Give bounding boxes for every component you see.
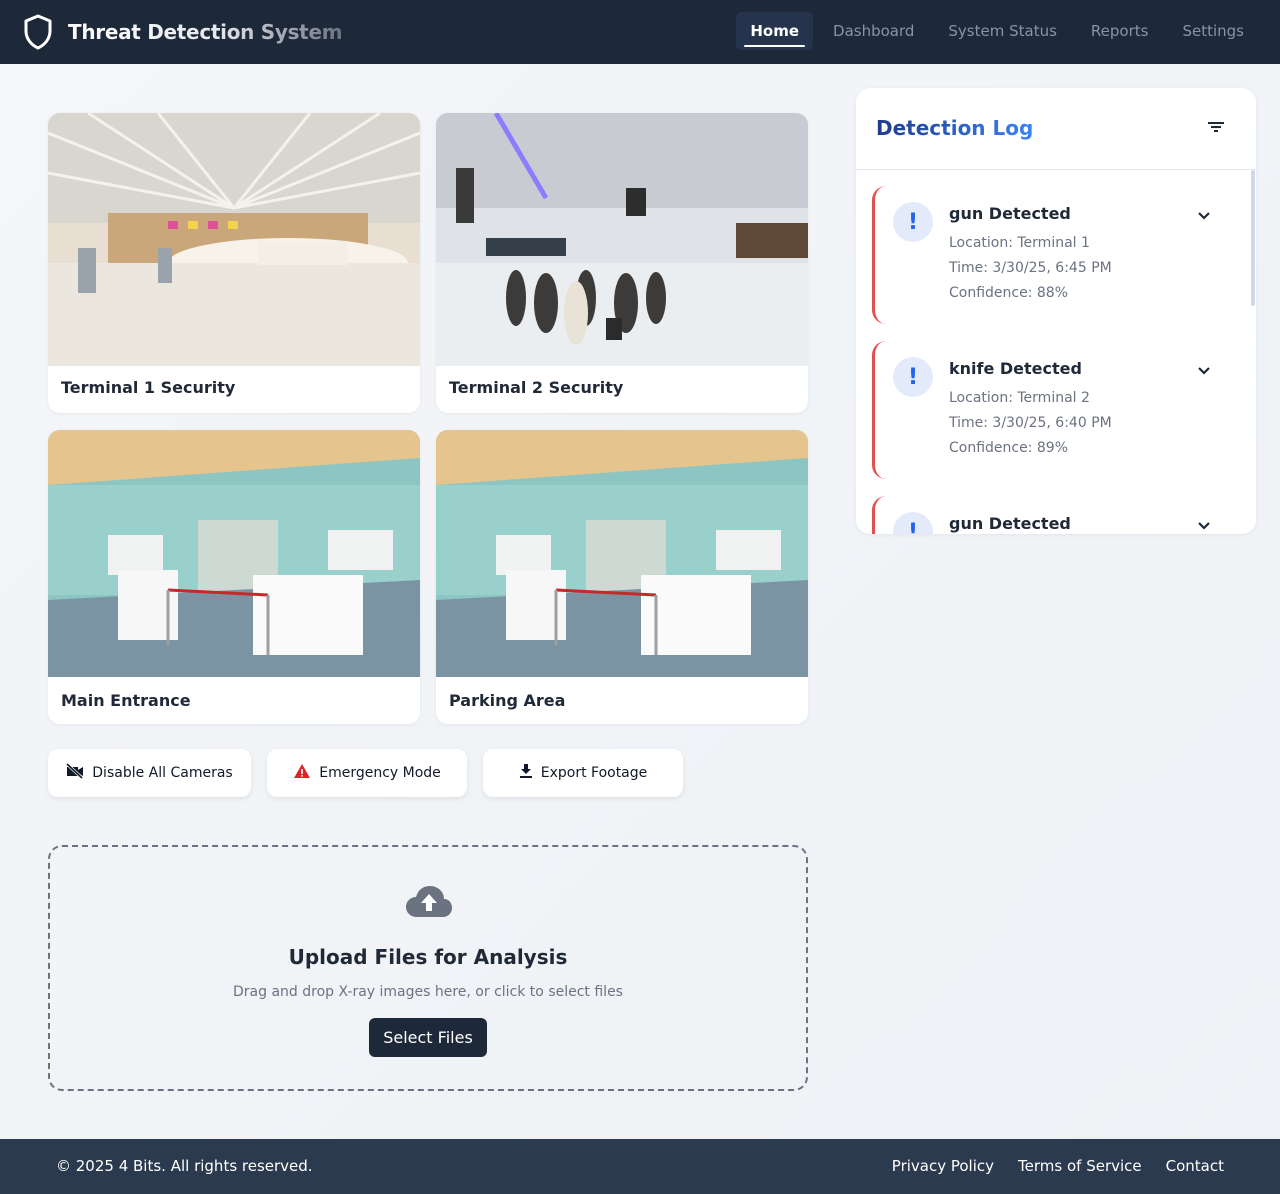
chevron-down-icon[interactable]	[1197, 206, 1211, 220]
camera-feed-image	[48, 113, 420, 366]
export-footage-button[interactable]: Export Footage	[483, 749, 683, 797]
detection-log-panel: Detection Log ! gun Detected Location: T…	[856, 88, 1256, 534]
log-item-location: Location: Terminal 1	[949, 235, 1090, 251]
alert-icon: !	[893, 202, 933, 242]
camera-card-parking-area[interactable]: Parking Area	[436, 430, 808, 724]
chevron-down-icon[interactable]	[1197, 361, 1211, 375]
camera-label: Parking Area	[449, 691, 566, 710]
contact-link[interactable]: Contact	[1166, 1157, 1224, 1175]
log-item-title: gun Detected	[949, 514, 1071, 533]
alert-icon: !	[893, 357, 933, 397]
log-item-location: Location: Terminal 2	[949, 390, 1090, 406]
privacy-policy-link[interactable]: Privacy Policy	[892, 1157, 994, 1175]
nav-settings[interactable]: Settings	[1168, 12, 1258, 50]
brand[interactable]: Threat Detection System	[22, 12, 343, 52]
upload-dropzone[interactable]: Upload Files for Analysis Drag and drop …	[48, 845, 808, 1091]
shield-icon	[22, 12, 54, 52]
log-item[interactable]: ! gun Detected Location: Terminal 1 Time…	[872, 186, 1212, 324]
warning-icon	[293, 763, 311, 783]
log-item-title: gun Detected	[949, 204, 1071, 223]
top-navbar: Threat Detection System Home Dashboard S…	[0, 0, 1280, 64]
download-icon	[519, 763, 533, 783]
log-item-time: Time: 3/30/25, 6:45 PM	[949, 260, 1112, 276]
camera-card-main-entrance[interactable]: Main Entrance	[48, 430, 420, 724]
disable-all-cameras-button[interactable]: Disable All Cameras	[48, 749, 251, 797]
emergency-mode-label: Emergency Mode	[319, 765, 441, 781]
camera-label: Main Entrance	[61, 691, 191, 710]
detection-log-title: Detection Log	[876, 116, 1034, 140]
terms-of-service-link[interactable]: Terms of Service	[1018, 1157, 1142, 1175]
disable-all-cameras-label: Disable All Cameras	[92, 765, 233, 781]
export-footage-label: Export Footage	[540, 765, 648, 781]
cloud-upload-icon	[405, 885, 453, 923]
camera-off-icon	[66, 762, 84, 783]
detection-log-header: Detection Log	[856, 88, 1256, 170]
scrollbar-thumb[interactable]	[1251, 170, 1255, 306]
log-item[interactable]: ! knife Detected Location: Terminal 2 Ti…	[872, 341, 1212, 479]
filter-icon[interactable]	[1206, 118, 1226, 136]
nav-home[interactable]: Home	[736, 12, 814, 50]
upload-subtitle: Drag and drop X-ray images here, or clic…	[233, 984, 623, 1000]
alert-icon: !	[893, 512, 933, 534]
emergency-mode-button[interactable]: Emergency Mode	[267, 749, 467, 797]
footer: © 2025 4 Bits. All rights reserved. Priv…	[0, 1139, 1280, 1194]
camera-feed-image	[436, 430, 808, 677]
camera-feed-image	[48, 430, 420, 677]
camera-label: Terminal 1 Security	[61, 378, 236, 397]
chevron-down-icon[interactable]	[1197, 516, 1211, 530]
app-title: Threat Detection System	[68, 20, 343, 44]
camera-card-terminal-2[interactable]: Terminal 2 Security	[436, 113, 808, 413]
nav-reports[interactable]: Reports	[1077, 12, 1163, 50]
upload-title: Upload Files for Analysis	[288, 945, 568, 969]
camera-label: Terminal 2 Security	[449, 378, 624, 397]
main-nav: Home Dashboard System Status Reports Set…	[736, 12, 1258, 50]
log-item-time: Time: 3/30/25, 6:40 PM	[949, 415, 1112, 431]
log-item-title: knife Detected	[949, 359, 1082, 378]
camera-card-terminal-1[interactable]: Terminal 1 Security	[48, 113, 420, 413]
footer-links: Privacy Policy Terms of Service Contact	[892, 1157, 1224, 1175]
nav-system-status[interactable]: System Status	[934, 12, 1071, 50]
copyright-text: © 2025 4 Bits. All rights reserved.	[56, 1157, 313, 1175]
log-scrollbar[interactable]	[1250, 170, 1256, 534]
camera-feed-image	[436, 113, 808, 366]
log-item-confidence: Confidence: 89%	[949, 440, 1068, 456]
log-item[interactable]: ! gun Detected	[872, 496, 1212, 534]
log-item-confidence: Confidence: 88%	[949, 285, 1068, 301]
select-files-button[interactable]: Select Files	[369, 1018, 487, 1057]
nav-dashboard[interactable]: Dashboard	[819, 12, 928, 50]
detection-log-list[interactable]: ! gun Detected Location: Terminal 1 Time…	[856, 170, 1256, 534]
